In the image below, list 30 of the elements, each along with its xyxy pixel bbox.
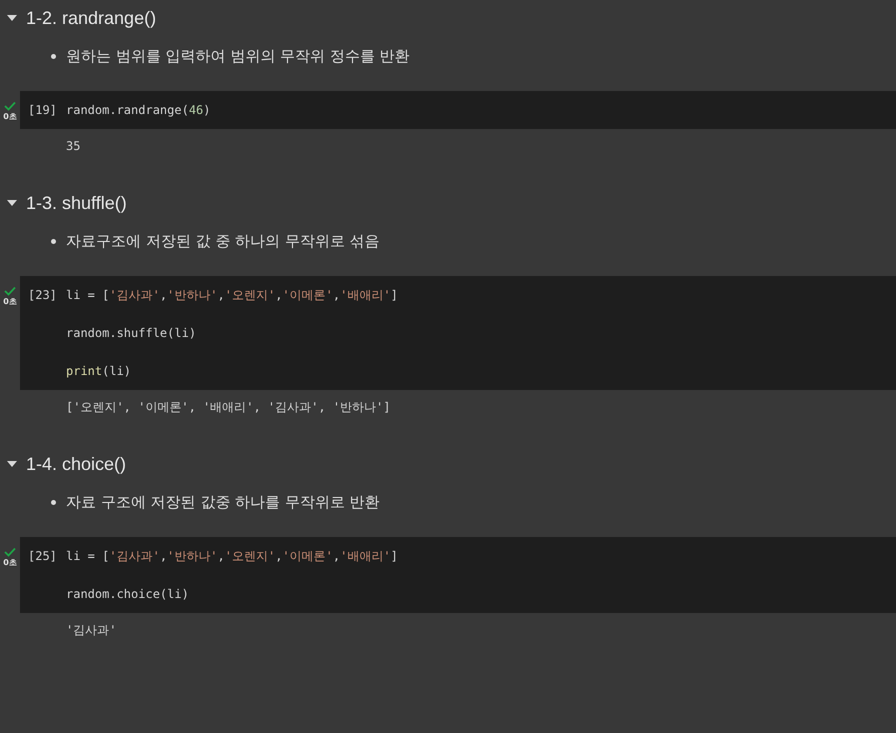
run-time-label: 0초: [3, 557, 17, 568]
execution-count: [23]: [27, 287, 58, 304]
check-icon: [4, 547, 16, 557]
code-line: random.shuffle(li): [66, 325, 198, 342]
code-line: li = ['김사과','반하나','오렌지','이메론','배애리']: [66, 548, 398, 565]
bullet-dot: [51, 238, 56, 244]
cell-output: 35: [65, 138, 82, 155]
execution-count: [19]: [27, 102, 58, 119]
check-icon: [4, 286, 16, 296]
bullet-text: 자료구조에 저장된 값 중 하나의 무작위로 섞음: [66, 232, 380, 250]
run-time-label: 0초: [3, 111, 17, 122]
run-time-label: 0초: [3, 296, 17, 307]
code-cell[interactable]: [23] li = ['김사과','반하나','오렌지','이메론','배애리'] random.shuffle(li) print(li): [20, 276, 896, 390]
code-cell[interactable]: [25] li = ['김사과','반하나','오렌지','이메론','배애리'] random.choice(li): [20, 537, 896, 613]
bullet-dot: [51, 500, 56, 504]
code-cell[interactable]: [19] random.randrange(46): [20, 91, 896, 129]
cell-output: '김사과': [65, 622, 118, 639]
code-line: li = ['김사과','반하나','오렌지','이메론','배애리']: [66, 287, 398, 304]
section-heading: 1-4. choice(): [26, 454, 126, 474]
cell-output: ['오렌지', '이메론', '배애리', '김사과', '반하나']: [65, 399, 392, 416]
code-line: print(li): [66, 363, 132, 380]
check-icon: [4, 101, 16, 111]
code-line: random.randrange(46): [66, 102, 211, 119]
bullet-text: 원하는 범위를 입력하여 범위의 무작위 정수를 반환: [66, 46, 410, 66]
code-line: random.choice(li): [66, 586, 190, 603]
execution-count: [25]: [27, 548, 58, 565]
section-heading: 1-2. randrange(): [26, 8, 156, 28]
section-heading: 1-3. shuffle(): [26, 192, 127, 214]
bullet-text: 자료 구조에 저장된 값중 하나를 무작위로 반환: [66, 492, 380, 512]
bullet-dot: [51, 54, 56, 58]
